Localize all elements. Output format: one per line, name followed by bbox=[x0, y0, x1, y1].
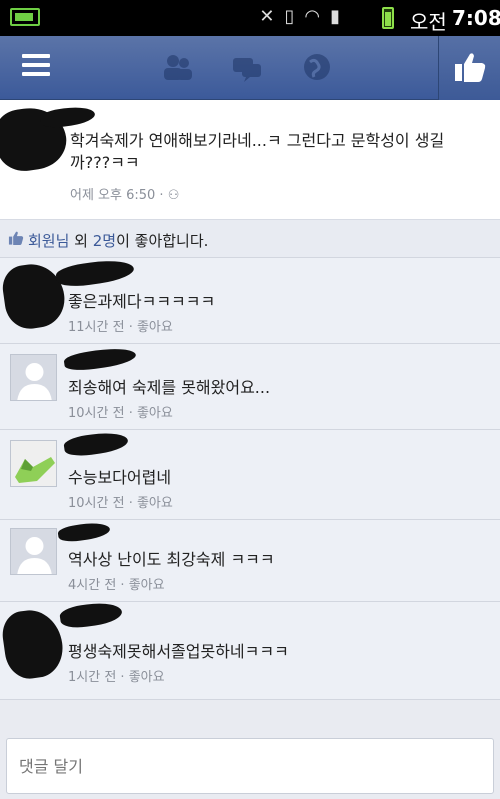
comment-meta: 10시간 전 · 좋아요 bbox=[68, 406, 173, 421]
thumbs-up-icon bbox=[8, 231, 24, 246]
comment-meta: 11시간 전 · 좋아요 bbox=[68, 320, 173, 335]
comment-like-link[interactable]: 좋아요 bbox=[129, 670, 165, 685]
comment-like-link[interactable]: 좋아요 bbox=[137, 406, 173, 421]
comment-input[interactable] bbox=[6, 738, 494, 794]
battery-icon bbox=[382, 7, 394, 29]
friends-icon[interactable] bbox=[160, 50, 194, 84]
comment-meta: 4시간 전 · 좋아요 bbox=[68, 578, 165, 593]
post: 학겨숙제가 연애해보기라네...ㅋ 그런다고 문학성이 생길까???ㅋㅋ 어제 … bbox=[0, 100, 500, 220]
comment-text: 평생숙제못해서졸업못하네ㅋㅋㅋ bbox=[68, 642, 289, 661]
menu-icon[interactable] bbox=[22, 54, 50, 78]
likes-middle: 외 bbox=[69, 232, 93, 250]
redacted-name bbox=[63, 345, 137, 373]
status-icons: ✕ ▯ ◠ ▮ bbox=[259, 6, 340, 27]
redacted-name bbox=[58, 599, 124, 631]
comment: 역사상 난이도 최강숙제 ㅋㅋㅋ 4시간 전 · 좋아요 bbox=[0, 520, 500, 602]
comment-text: 수능보다어렵네 bbox=[68, 468, 172, 487]
likes-text: 회원님 외 2명이 좋아합니다. bbox=[28, 230, 208, 251]
comment-time: 10시간 전 bbox=[68, 406, 125, 421]
redacted-name bbox=[54, 256, 136, 290]
avatar[interactable] bbox=[10, 528, 57, 575]
redacted-name bbox=[62, 429, 130, 459]
nav-icons bbox=[160, 50, 334, 84]
default-avatar-icon bbox=[11, 529, 56, 574]
messages-icon[interactable] bbox=[230, 50, 264, 84]
status-ampm: 오전 bbox=[410, 10, 447, 34]
comment-text: 죄송해여 숙제를 못해왔어요... bbox=[68, 378, 271, 397]
comment: 평생숙제못해서졸업못하네ㅋㅋㅋ 1시간 전 · 좋아요 bbox=[0, 599, 500, 700]
comment-like-link[interactable]: 좋아요 bbox=[137, 320, 173, 335]
redacted-avatar bbox=[0, 606, 67, 682]
redacted-name bbox=[57, 520, 111, 544]
comment-meta: 10시간 전 · 좋아요 bbox=[68, 496, 173, 511]
likes-suffix: 이 좋아합니다. bbox=[116, 232, 209, 250]
comment: 죄송해여 숙제를 못해왔어요... 10시간 전 · 좋아요 bbox=[0, 344, 500, 430]
comment-time: 4시간 전 bbox=[68, 578, 117, 593]
likes-you[interactable]: 회원님 bbox=[28, 232, 69, 250]
redacted-name bbox=[39, 104, 96, 130]
comment: 좋은과제다ㅋㅋㅋㅋㅋ 11시간 전 · 좋아요 bbox=[0, 256, 500, 344]
likes-count[interactable]: 2명 bbox=[93, 232, 116, 250]
post-meta: 어제 오후 6:50 · ⚇ bbox=[70, 184, 179, 203]
default-avatar-icon bbox=[11, 355, 56, 400]
post-time: 어제 오후 6:50 · bbox=[70, 188, 168, 203]
avatar[interactable] bbox=[10, 440, 57, 487]
comment-text: 좋은과제다ㅋㅋㅋㅋㅋ bbox=[68, 292, 216, 311]
top-navbar bbox=[0, 36, 500, 100]
mute-icon: ✕ bbox=[259, 6, 275, 27]
like-button[interactable] bbox=[438, 36, 500, 100]
comment-time: 10시간 전 bbox=[68, 496, 125, 511]
shoe-photo-icon bbox=[11, 441, 56, 486]
comment-like-link[interactable]: 좋아요 bbox=[129, 578, 165, 593]
comment-time: 1시간 전 bbox=[68, 670, 117, 685]
comment-meta: 1시간 전 · 좋아요 bbox=[68, 670, 165, 685]
post-text: 학겨숙제가 연애해보기라네...ㅋ 그런다고 문학성이 생길까???ㅋㅋ bbox=[70, 131, 445, 172]
battery-charging-icon bbox=[10, 8, 40, 26]
likes-summary[interactable]: 회원님 외 2명이 좋아합니다. bbox=[0, 220, 500, 258]
friends-privacy-icon: ⚇ bbox=[167, 188, 180, 203]
vibrate-icon: ▯ bbox=[284, 6, 295, 27]
status-bar: ✕ ▯ ◠ ▮ 오전 7:08 bbox=[0, 0, 500, 36]
wifi-icon: ◠ bbox=[304, 6, 321, 27]
avatar[interactable] bbox=[10, 354, 57, 401]
signal-icon: ▮ bbox=[330, 6, 340, 27]
comment-like-link[interactable]: 좋아요 bbox=[137, 496, 173, 511]
notifications-globe-icon[interactable] bbox=[300, 50, 334, 84]
status-time: 7:08 bbox=[452, 6, 500, 30]
comment-time: 11시간 전 bbox=[68, 320, 125, 335]
comment: 수능보다어렵네 10시간 전 · 좋아요 bbox=[0, 429, 500, 520]
comment-text: 역사상 난이도 최강숙제 ㅋㅋㅋ bbox=[68, 550, 275, 569]
like-icon bbox=[455, 53, 486, 82]
